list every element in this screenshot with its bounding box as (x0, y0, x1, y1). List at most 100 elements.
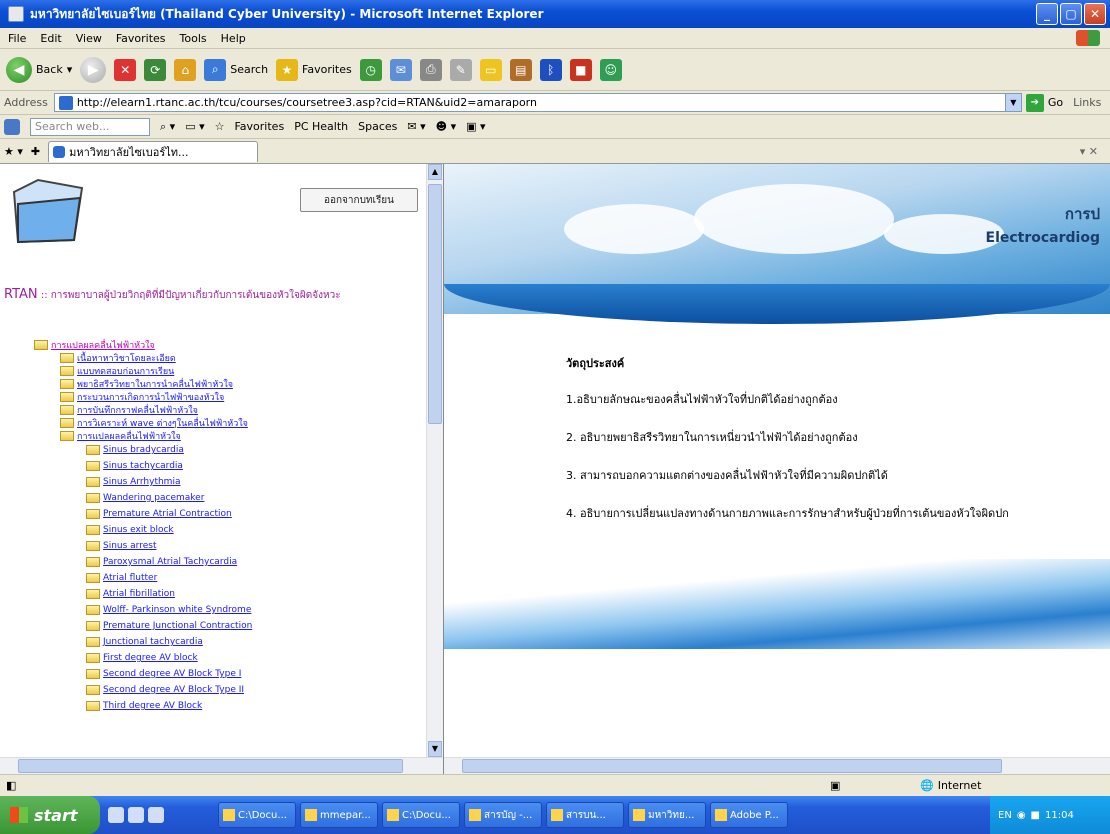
tree-subitem[interactable]: Sinus arrest (34, 538, 424, 554)
toolbar-app-icon[interactable]: ■ (569, 58, 592, 81)
exit-lesson-button[interactable]: ออกจากบทเรียน (300, 188, 418, 212)
home-icon[interactable]: ⌂ (174, 58, 197, 81)
tree-subitem[interactable]: Sinus tachycardia (34, 458, 424, 474)
menu-favorites[interactable]: Favorites (116, 32, 166, 45)
toolbar-more-icon[interactable]: ▣ ▾ (466, 120, 485, 133)
mail-icon[interactable]: ✉ (389, 58, 412, 81)
tree-subitem[interactable]: Second degree AV Block Type II (34, 682, 424, 698)
mail-dropdown-icon[interactable]: ✉ ▾ (407, 120, 425, 133)
window-titlebar[interactable]: มหาวิทยาลัยไซเบอร์ไทย (Thailand Cyber Un… (0, 0, 1110, 28)
taskbar-button[interactable]: mmepar... (300, 802, 378, 828)
tree-subitem[interactable]: Wolff- Parkinson white Syndrome (34, 602, 424, 618)
tree-item[interactable]: กระบวนการเกิดการนำไฟฟ้าของหัวใจ (34, 390, 424, 403)
favorites-star-icon[interactable]: ☆ (215, 120, 225, 133)
quick-launch-icon[interactable] (148, 807, 164, 823)
tree-subitem[interactable]: Premature Junctional Contraction (34, 618, 424, 634)
search-go-icon[interactable]: ⌕ ▾ (160, 120, 175, 134)
tree-subitem[interactable]: Second degree AV Block Type I (34, 666, 424, 682)
search-input[interactable]: Search web... (30, 117, 150, 136)
close-tab-icon[interactable]: ▾ ✕ (1080, 145, 1098, 158)
tree-subitem[interactable]: Sinus exit block (34, 522, 424, 538)
tree-subitem[interactable]: Sinus Arrhythmia (34, 474, 424, 490)
tree-subitem[interactable]: Premature Atrial Contraction (34, 506, 424, 522)
go-button[interactable]: ➔ Go (1025, 93, 1063, 112)
tree-subitem[interactable]: Atrial fibrillation (34, 586, 424, 602)
bluetooth-icon[interactable]: ᛒ (539, 58, 562, 81)
stop-icon[interactable]: ✕ (114, 58, 137, 81)
menu-tools[interactable]: Tools (180, 32, 207, 45)
taskbar-button[interactable]: Adobe P... (710, 802, 788, 828)
back-label: Back (36, 63, 63, 76)
print-icon[interactable]: ⎙ (419, 58, 442, 81)
taskbar-button[interactable]: C:\Docu... (218, 802, 296, 828)
add-favorite-icon[interactable]: ✚ (31, 145, 40, 158)
tree-subitem[interactable]: Paroxysmal Atrial Tachycardia (34, 554, 424, 570)
scroll-down-icon[interactable]: ▼ (428, 741, 442, 757)
tree-item-label: การแปลผลคลื่นไฟฟ้าหัวใจ (51, 340, 155, 351)
search-button[interactable]: ⌕ Search (204, 58, 268, 81)
msn-icon[interactable] (4, 118, 20, 135)
history-icon[interactable]: ◷ (359, 58, 382, 81)
edit-icon[interactable]: ✎ (449, 58, 472, 81)
tree-item[interactable]: พยาธิสรีรวิทยาในการนำคลื่นไฟฟ้าหัวใจ (34, 377, 424, 390)
maximize-button[interactable]: ▢ (1060, 3, 1082, 25)
language-indicator[interactable]: EN (998, 810, 1012, 821)
footer-swoosh (444, 559, 1110, 649)
taskbar-button-active[interactable]: มหาวิทย... (628, 802, 706, 828)
refresh-icon[interactable]: ⟳ (144, 58, 167, 81)
favorites-button[interactable]: ★ Favorites (276, 58, 352, 81)
tree-item[interactable]: การบันทึกกราฟคลื่นไฟฟ้าหัวใจ (34, 403, 424, 416)
research-icon[interactable]: ▤ (509, 58, 532, 81)
pc-health-link[interactable]: PC Health (294, 120, 348, 133)
tree-root-item[interactable]: การแปลผลคลื่นไฟฟ้าหัวใจ (34, 338, 424, 351)
close-button[interactable]: ✕ (1084, 3, 1106, 25)
tree-item[interactable]: แบบทดสอบก่อนการเรียน (34, 364, 424, 377)
chevron-down-icon[interactable]: ▾ (67, 63, 73, 76)
tree-subitem[interactable]: Sinus bradycardia (34, 442, 424, 458)
forward-button[interactable]: ▶ (80, 56, 107, 83)
tree-item[interactable]: การวิเคราะห์ wave ต่างๆในคลื่นไฟฟ้าหัวใจ (34, 416, 424, 429)
right-horizontal-scrollbar[interactable] (444, 757, 1110, 774)
menu-view[interactable]: View (76, 32, 102, 45)
people-dropdown-icon[interactable]: ☻ ▾ (436, 120, 457, 133)
tree-item-label: Atrial flutter (103, 573, 158, 583)
clock[interactable]: 11:04 (1045, 810, 1074, 821)
tray-icon[interactable]: ◉ (1017, 810, 1026, 821)
tree-item[interactable]: การแปลผลคลื่นไฟฟ้าหัวใจ (34, 429, 424, 442)
left-vertical-scrollbar[interactable]: ▲ ▼ (426, 164, 443, 757)
left-horizontal-scrollbar[interactable] (0, 757, 443, 774)
taskbar-button[interactable]: สารบัญ -... (464, 802, 542, 828)
tree-subitem[interactable]: Wandering pacemaker (34, 490, 424, 506)
chevron-down-icon[interactable]: ▼ (1004, 94, 1021, 111)
minimize-button[interactable]: _ (1036, 3, 1058, 25)
taskbar-button[interactable]: C:\Docu... (382, 802, 460, 828)
tree-subitem[interactable]: First degree AV block (34, 650, 424, 666)
scroll-thumb[interactable] (428, 184, 442, 424)
scroll-up-icon[interactable]: ▲ (428, 164, 442, 180)
menu-help[interactable]: Help (221, 32, 246, 45)
tray-icon[interactable]: ■ (1031, 810, 1040, 821)
menu-edit[interactable]: Edit (40, 32, 61, 45)
menu-file[interactable]: File (8, 32, 26, 45)
quick-launch-icon[interactable] (108, 807, 124, 823)
tree-subitem[interactable]: Third degree AV Block (34, 698, 424, 714)
back-button[interactable]: ◀ Back ▾ (6, 56, 73, 83)
spaces-link[interactable]: Spaces (358, 120, 397, 133)
quick-launch-icon[interactable] (128, 807, 144, 823)
tree-item[interactable]: เนื้อหาหาวิชาโดยละเอียด (34, 351, 424, 364)
taskbar-button[interactable]: สารบน... (546, 802, 624, 828)
links-label[interactable]: Links (1073, 96, 1101, 109)
scroll-thumb[interactable] (462, 759, 1002, 773)
tree-item-label: การแปลผลคลื่นไฟฟ้าหัวใจ (77, 431, 181, 442)
start-button[interactable]: start (0, 796, 100, 834)
scroll-thumb[interactable] (18, 759, 403, 773)
address-input[interactable]: http://elearn1.rtanc.ac.th/tcu/courses/c… (53, 93, 1022, 112)
folder-icon[interactable]: ▭ (479, 58, 502, 81)
favorites-center-icon[interactable]: ★ ▾ (4, 145, 23, 158)
tab-current[interactable]: มหาวิทยาลัยไซเบอร์ไท... (48, 140, 259, 162)
favorites-link[interactable]: Favorites (234, 120, 284, 133)
tree-subitem[interactable]: Junctional tachycardia (34, 634, 424, 650)
messenger-icon[interactable]: ☺ (599, 58, 622, 81)
tree-subitem[interactable]: Atrial flutter (34, 570, 424, 586)
highlight-icon[interactable]: ▭ ▾ (185, 120, 204, 133)
